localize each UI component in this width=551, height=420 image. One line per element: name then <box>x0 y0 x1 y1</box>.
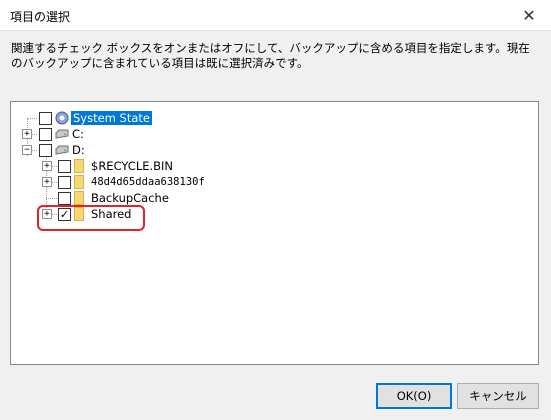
system-state-icon <box>55 111 69 125</box>
instructions-text: 関連するチェック ボックスをオンまたはオフにして、バックアップに含める項目を指定… <box>11 41 530 70</box>
close-icon: ✕ <box>522 5 536 25</box>
folder-icon <box>74 191 84 205</box>
checkbox[interactable] <box>58 192 71 205</box>
cancel-button[interactable]: キャンセル <box>457 383 539 409</box>
drive-icon <box>55 129 69 139</box>
tree-item-label: 48d4d65ddaa638130f <box>91 176 205 188</box>
annotation-highlight <box>37 205 145 231</box>
tree-item-recycle-bin[interactable]: + $RECYCLE.BIN <box>11 158 261 174</box>
title-bar: 項目の選択 ✕ <box>0 0 551 31</box>
checkbox[interactable] <box>39 112 52 125</box>
tree-item-label: C: <box>72 127 84 141</box>
checkbox[interactable] <box>58 176 71 189</box>
expand-toggle[interactable]: + <box>42 161 52 171</box>
tree-item-label: BackupCache <box>91 191 169 205</box>
checkbox[interactable] <box>58 160 71 173</box>
tree-item-label: D: <box>72 143 85 157</box>
tree-item-backupcache[interactable]: BackupCache <box>11 190 261 206</box>
ok-button[interactable]: OK(O) <box>376 383 452 409</box>
folder-icon <box>74 159 84 173</box>
expand-toggle[interactable]: + <box>42 177 52 187</box>
tree-item-drive-d[interactable]: − D: <box>11 142 211 158</box>
collapse-toggle[interactable]: − <box>22 145 32 155</box>
tree-item-label: $RECYCLE.BIN <box>91 159 174 173</box>
tree-item-folder-48d4[interactable]: + 48d4d65ddaa638130f <box>11 174 261 190</box>
item-tree[interactable]: System State + C: − D: + $RECYCLE.BIN + <box>10 101 539 365</box>
tree-item-label: System State <box>71 111 152 125</box>
close-button[interactable]: ✕ <box>507 0 551 30</box>
tree-item-drive-c[interactable]: + C: <box>11 126 211 142</box>
checkbox[interactable] <box>39 128 52 141</box>
expand-toggle[interactable]: + <box>22 129 32 139</box>
window-title: 項目の選択 <box>10 10 71 24</box>
checkbox[interactable] <box>39 144 52 157</box>
folder-icon <box>74 175 84 189</box>
tree-item-system-state[interactable]: System State <box>11 110 211 126</box>
drive-icon <box>55 145 69 155</box>
